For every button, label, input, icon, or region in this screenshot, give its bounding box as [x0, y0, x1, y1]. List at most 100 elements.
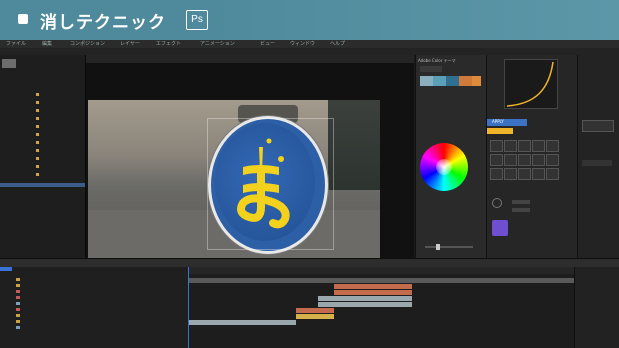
brush-preset-icon[interactable]: [532, 140, 545, 152]
grid-icon[interactable]: [492, 220, 508, 236]
folder-icon: [36, 93, 39, 96]
color-wheel-center: [436, 159, 452, 175]
folder-icon: [36, 117, 39, 120]
menu-item-view[interactable]: ビュー: [260, 40, 275, 47]
folder-icon: [36, 141, 39, 144]
menu-item-composition[interactable]: コンポジション: [70, 40, 105, 47]
project-item[interactable]: [2, 164, 82, 170]
font-field[interactable]: [582, 120, 614, 132]
numeric-field[interactable]: [512, 200, 530, 204]
brush-preset-icon[interactable]: [518, 140, 531, 152]
dial-icon[interactable]: [492, 198, 502, 208]
layer-bar[interactable]: [318, 296, 412, 301]
banner-gradient: [210, 0, 619, 40]
color-swatch[interactable]: [446, 76, 459, 86]
brush-preset-icon[interactable]: [490, 154, 503, 166]
layer-row[interactable]: [0, 295, 188, 300]
layer-bar[interactable]: [334, 284, 412, 289]
color-swatch[interactable]: [459, 76, 472, 86]
viewer-tab-bar[interactable]: [86, 55, 414, 63]
character-panel: [577, 55, 619, 258]
label-color: [16, 284, 20, 287]
layer-bar[interactable]: [189, 278, 574, 283]
layer-row[interactable]: [0, 325, 188, 330]
brush-preset-icon[interactable]: [490, 168, 503, 180]
project-thumbnail: [2, 59, 16, 68]
size-field[interactable]: [582, 160, 612, 166]
menu-item-edit[interactable]: 編集: [42, 40, 52, 47]
color-panel-tab[interactable]: Adobe Color テーマ: [418, 58, 456, 64]
folder-icon: [36, 165, 39, 168]
playhead[interactable]: [188, 267, 189, 348]
numeric-field[interactable]: [512, 208, 530, 212]
project-item[interactable]: [2, 132, 82, 138]
menu-item-help[interactable]: ヘルプ: [330, 40, 345, 47]
highlight-toggle[interactable]: [487, 128, 513, 134]
brush-preset-icon[interactable]: [504, 140, 517, 152]
layer-row[interactable]: [0, 289, 188, 294]
menu-item-file[interactable]: ファイル: [6, 40, 26, 47]
project-item[interactable]: [2, 148, 82, 154]
brightness-slider[interactable]: [425, 246, 473, 248]
brush-preset-icon[interactable]: [546, 140, 559, 152]
current-time-indicator[interactable]: [0, 267, 12, 271]
label-color: [16, 290, 20, 293]
label-color: [16, 314, 20, 317]
layer-row[interactable]: [0, 301, 188, 306]
layer-bar[interactable]: [334, 290, 412, 295]
curve-line-graphic: [506, 61, 554, 107]
menu-item-layer[interactable]: レイヤー: [120, 40, 140, 47]
menu-item-animation[interactable]: アニメーション: [200, 40, 235, 47]
selection-bounding-box[interactable]: [207, 118, 334, 250]
project-item[interactable]: [2, 140, 82, 146]
brush-preset-icon[interactable]: [532, 154, 545, 166]
color-swatch[interactable]: [472, 76, 481, 86]
folder-icon: [36, 133, 39, 136]
layer-bar[interactable]: [189, 320, 296, 325]
brush-preset-icon[interactable]: [546, 168, 559, 180]
label-color: [16, 278, 20, 281]
project-item[interactable]: [2, 100, 82, 106]
layer-row[interactable]: [0, 313, 188, 318]
layer-row[interactable]: [0, 319, 188, 324]
project-selected-row[interactable]: [0, 183, 85, 187]
menu-item-effect[interactable]: エフェクト: [156, 40, 181, 47]
curves-graph[interactable]: [504, 59, 558, 109]
brush-preset-icon[interactable]: [504, 168, 517, 180]
timeline-side-panel: [574, 267, 619, 348]
color-swatch[interactable]: [420, 76, 433, 86]
brightness-slider-handle[interactable]: [436, 244, 440, 250]
label-color: [16, 326, 20, 329]
folder-icon: [36, 101, 39, 104]
layer-row[interactable]: [0, 277, 188, 282]
layer-row[interactable]: [0, 307, 188, 312]
layer-row[interactable]: [0, 283, 188, 288]
banner-title: 消しテクニック: [40, 13, 166, 33]
layer-bar[interactable]: [296, 308, 334, 313]
label-color: [16, 302, 20, 305]
project-item[interactable]: [2, 92, 82, 98]
brush-preset-icon[interactable]: [546, 154, 559, 166]
photoshop-badge-icon: Ps: [186, 10, 208, 30]
project-item[interactable]: [2, 156, 82, 162]
tool-bar: [0, 48, 619, 55]
project-item[interactable]: [2, 108, 82, 114]
folder-icon: [36, 173, 39, 176]
brush-preset-icon[interactable]: [504, 154, 517, 166]
folder-icon: [36, 125, 39, 128]
layer-bar[interactable]: [318, 302, 412, 307]
brush-preset-icon[interactable]: [490, 140, 503, 152]
layer-bar[interactable]: [296, 314, 334, 319]
bullet-square-icon: [18, 14, 28, 24]
time-ruler[interactable]: [189, 267, 574, 274]
color-theme-tab[interactable]: [420, 66, 442, 72]
menu-item-window[interactable]: ウィンドウ: [290, 40, 315, 47]
project-item[interactable]: [2, 172, 82, 178]
label-color: [16, 308, 20, 311]
brush-preset-icon[interactable]: [518, 154, 531, 166]
project-item[interactable]: [2, 124, 82, 130]
project-item[interactable]: [2, 116, 82, 122]
brush-preset-icon[interactable]: [532, 168, 545, 180]
color-swatch[interactable]: [433, 76, 446, 86]
brush-preset-icon[interactable]: [518, 168, 531, 180]
